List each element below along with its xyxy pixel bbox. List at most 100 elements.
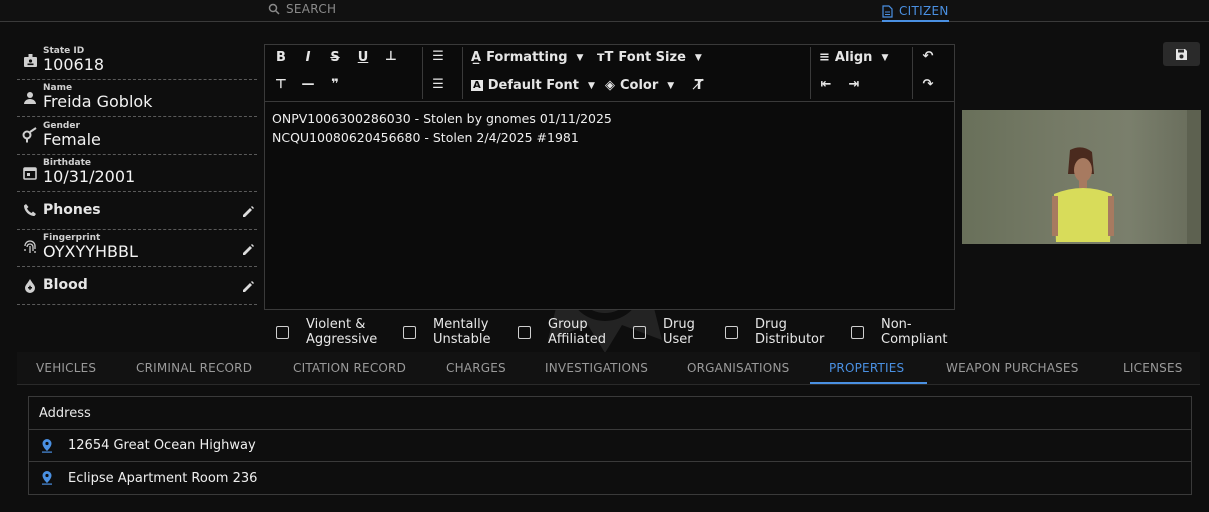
checkbox[interactable] xyxy=(851,325,864,339)
flag-label: Affiliated xyxy=(548,332,606,347)
redo-button[interactable]: ↷ xyxy=(920,77,936,92)
edit-blood-button[interactable] xyxy=(241,279,255,298)
note-line: NCQU10080620456680 - Stolen 2/4/2025 #19… xyxy=(272,130,579,145)
notes-content[interactable]: ONPV1006300286030 - Stolen by gnomes 01/… xyxy=(265,102,954,154)
flag-drug-distributor[interactable]: Drug Distributor xyxy=(725,317,824,347)
save-button[interactable] xyxy=(1163,42,1200,66)
clear-format-button[interactable]: T̸ xyxy=(691,78,707,93)
strikethrough-button[interactable]: S xyxy=(327,50,343,65)
horizontal-rule-button[interactable]: — xyxy=(300,77,316,92)
map-pin-icon xyxy=(42,471,68,485)
edit-phones-button[interactable] xyxy=(241,204,255,223)
birthdate-row: Birthdate 10/31/2001 xyxy=(17,155,257,192)
color-label: Color xyxy=(620,78,659,93)
chevron-down-icon: ▼ xyxy=(667,80,675,91)
person-icon xyxy=(17,91,43,105)
bullet-list-button[interactable]: ☰ xyxy=(430,49,446,64)
phones-label: Phones xyxy=(43,202,101,219)
toolbar-divider xyxy=(422,47,423,99)
pencil-icon xyxy=(243,281,254,292)
calendar-icon xyxy=(17,166,43,180)
gender-value: Female xyxy=(43,129,101,149)
tab-vehicles[interactable]: VEHICLES xyxy=(36,361,96,375)
table-row[interactable]: 12654 Great Ocean Highway xyxy=(29,430,1191,462)
tab-properties[interactable]: PROPERTIES xyxy=(829,361,904,375)
default-font-dropdown[interactable]: A Default Font ▼ xyxy=(471,78,595,93)
citizen-photo xyxy=(962,110,1201,244)
flag-label: User xyxy=(663,332,693,347)
checkbox[interactable] xyxy=(633,325,646,339)
note-line: ONPV1006300286030 - Stolen by gnomes 01/… xyxy=(272,111,612,126)
tab-citation-record[interactable]: CITATION RECORD xyxy=(293,361,406,375)
flag-label: Mentally xyxy=(433,317,489,332)
outdent-button[interactable]: ⇤ xyxy=(818,77,834,92)
toolbar-divider xyxy=(912,47,913,99)
gender-icon xyxy=(17,127,43,143)
checkbox[interactable] xyxy=(403,325,416,339)
text-format-icon: A̲ xyxy=(471,50,482,65)
state-id-row: State ID 100618 xyxy=(17,42,257,80)
checkbox[interactable] xyxy=(725,325,738,339)
tab-organisations[interactable]: ORGANISATIONS xyxy=(687,361,789,375)
citizen-photo-image xyxy=(1052,110,1201,244)
blood-row: Blood xyxy=(17,267,257,305)
flag-violent-aggressive[interactable]: Violent & Aggressive xyxy=(276,317,377,347)
font-size-label: Font Size xyxy=(618,50,686,65)
underline-button[interactable]: U xyxy=(355,50,371,65)
undo-button[interactable]: ↶ xyxy=(920,49,936,64)
fingerprint-value: OYXYYHBBL xyxy=(43,242,138,262)
flag-drug-user[interactable]: Drug User xyxy=(633,317,695,347)
superscript-button[interactable]: ⊤ xyxy=(273,77,289,92)
flag-group-affiliated[interactable]: Group Affiliated xyxy=(518,317,606,347)
checkbox[interactable] xyxy=(276,325,289,339)
bold-button[interactable]: B xyxy=(273,50,289,65)
properties-table: Address 12654 Great Ocean Highway Eclips… xyxy=(28,396,1192,495)
tab-investigations[interactable]: INVESTIGATIONS xyxy=(545,361,648,375)
formatting-dropdown[interactable]: A̲ Formatting ▼ xyxy=(471,50,583,65)
birthdate-value: 10/31/2001 xyxy=(43,167,136,187)
checkbox[interactable] xyxy=(518,325,531,339)
table-row[interactable]: Eclipse Apartment Room 236 xyxy=(29,462,1191,494)
chevron-down-icon: ▼ xyxy=(588,80,595,91)
floppy-disk-icon xyxy=(1176,48,1187,60)
align-dropdown[interactable]: ≡ Align ▼ xyxy=(819,50,888,65)
flag-label: Compliant xyxy=(881,332,948,347)
tab-weapon-purchases[interactable]: WEAPON PURCHASES xyxy=(946,361,1079,375)
formatting-label: Formatting xyxy=(486,50,568,65)
color-dropdown[interactable]: ◈ Color ▼ xyxy=(605,78,674,93)
toolbar-divider xyxy=(462,47,463,99)
font-size-icon: ᴛT xyxy=(597,50,614,65)
chevron-down-icon: ▼ xyxy=(694,52,702,63)
flag-label: Drug xyxy=(755,317,787,332)
citizen-tab[interactable]: CITIZEN xyxy=(882,2,949,22)
address-value: 12654 Great Ocean Highway xyxy=(68,438,256,453)
document-icon xyxy=(882,4,893,18)
edit-fingerprint-button[interactable] xyxy=(241,242,255,261)
id-badge-icon xyxy=(17,53,43,68)
tab-charges[interactable]: CHARGES xyxy=(446,361,506,375)
align-left-icon: ≡ xyxy=(819,50,830,65)
top-bar: SEARCH CITIZEN xyxy=(0,0,1209,22)
tab-licenses[interactable]: LICENSES xyxy=(1123,361,1183,375)
tab-criminal-record[interactable]: CRIMINAL RECORD xyxy=(136,361,252,375)
fingerprint-row: Fingerprint OYXYYHBBL xyxy=(17,230,257,267)
phone-icon xyxy=(17,203,43,217)
italic-button[interactable]: I xyxy=(300,50,316,65)
quote-button[interactable]: ❞ xyxy=(327,77,343,92)
table-header: Address xyxy=(29,397,1191,430)
state-id-value: 100618 xyxy=(43,54,105,74)
pencil-icon xyxy=(243,243,254,255)
flag-label: Group xyxy=(548,317,588,332)
indent-button[interactable]: ⇥ xyxy=(846,77,862,92)
gender-row: Gender Female xyxy=(17,117,257,155)
active-tab-indicator xyxy=(810,382,927,384)
font-size-dropdown[interactable]: ᴛT Font Size ▼ xyxy=(597,50,702,65)
flag-label: Distributor xyxy=(755,332,825,347)
flag-non-compliant[interactable]: Non- Compliant xyxy=(851,317,947,347)
subscript-button[interactable]: ⊥ xyxy=(383,49,399,64)
search-button[interactable]: SEARCH xyxy=(268,2,336,16)
flag-mentally-unstable[interactable]: Mentally Unstable xyxy=(403,317,490,347)
paint-bucket-icon: ◈ xyxy=(605,78,615,93)
chevron-down-icon: ▼ xyxy=(881,52,889,63)
numbered-list-button[interactable]: ☰ xyxy=(430,77,446,92)
